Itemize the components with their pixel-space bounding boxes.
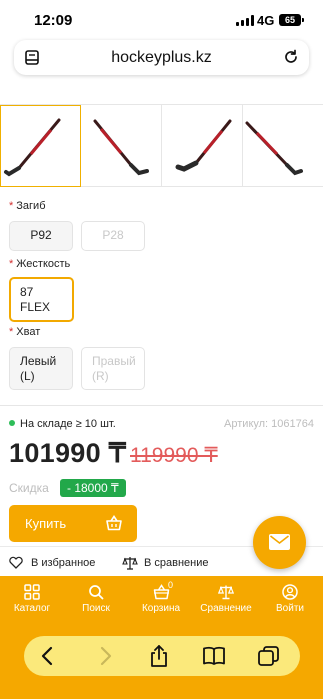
flex-label: * Жесткость [9,258,71,270]
nav-catalog[interactable]: Каталог [2,576,62,620]
gallery-thumb[interactable] [243,105,323,187]
hockey-stick-image [245,121,303,176]
grip-option-right[interactable]: Правый (R) [81,347,145,390]
discount-label: Скидка [9,481,49,495]
curve-label-text: Загиб [16,200,46,212]
curve-option-p28[interactable]: P28 [81,221,145,251]
status-bar: 12:09 4G 65 [0,0,323,40]
back-icon[interactable] [36,645,60,667]
share-icon[interactable] [147,645,171,667]
forward-icon[interactable] [93,645,117,667]
battery-icon: 65 [279,14,304,26]
favorites-label: В избранное [31,557,96,569]
nav-login[interactable]: Войти [260,576,320,620]
curve-option-p92[interactable]: P92 [9,221,73,251]
discount-badge: - 18000 ₸ [60,479,126,497]
favorites-link[interactable]: В избранное [9,556,96,569]
nav-cart[interactable]: 0 Корзина [131,576,191,620]
reload-icon[interactable] [283,49,299,65]
curve-label: * Загиб [9,200,46,212]
flex-label-text: Жесткость [16,258,71,270]
gallery-thumb[interactable] [0,105,81,187]
stock-status: На складе ≥ 10 шт. [9,418,116,430]
basket-icon [106,515,122,531]
sku: Артикул: 1061764 [224,418,314,430]
address-bar[interactable]: hockeyplus.kz [14,40,309,75]
price: 101990 ₸ [9,438,127,468]
flex-option-87[interactable]: 87 FLEX [9,277,74,322]
grip-option-left[interactable]: Левый (L) [9,347,73,390]
nav-search-label: Поиск [82,603,110,614]
in-stock-dot-icon [9,420,15,427]
scales-icon [218,585,234,600]
url-text[interactable]: hockeyplus.kz [14,49,309,67]
nav-search[interactable]: Поиск [66,576,126,620]
compare-label: В сравнение [144,557,209,569]
browser-toolbar [0,620,323,699]
bookmarks-icon[interactable] [202,645,226,667]
options-divider [0,405,323,406]
contact-mail-button[interactable] [253,516,306,569]
user-icon [282,584,298,600]
stock-text: На складе ≥ 10 шт. [20,418,116,430]
grip-label: * Хват [9,326,41,338]
grip-label-text: Хват [16,326,41,338]
cart-count-badge: 0 [168,580,174,590]
old-price: 119990 ₸ [130,444,218,467]
gallery-thumb[interactable] [81,105,162,187]
nav-catalog-label: Каталог [13,603,51,614]
heart-icon [9,556,23,569]
product-gallery [0,105,323,187]
network-type: 4G [257,13,275,28]
buy-button-label: Купить [25,516,67,531]
scales-icon [122,557,138,570]
compare-link[interactable]: В сравнение [122,557,209,570]
tabs-icon[interactable] [257,645,281,667]
status-time: 12:09 [34,12,73,29]
search-icon [89,585,104,600]
buy-button[interactable]: Купить [9,505,137,542]
hockey-stick-image [175,119,232,172]
nav-cart-label: Корзина [141,603,181,614]
gallery-thumb[interactable] [162,105,243,187]
nav-compare-label: Сравнение [200,603,252,614]
bottom-nav: Каталог Поиск 0 Корзина Сравнение Войти [0,576,323,620]
hockey-stick-image [4,118,61,177]
cellular-signal-icon [236,15,254,26]
mail-icon [269,534,290,550]
nav-login-label: Войти [276,603,304,614]
browser-toolbar-pill [24,636,300,676]
hockey-stick-image [93,119,149,176]
grid-icon [24,584,40,600]
nav-compare[interactable]: Сравнение [196,576,256,620]
